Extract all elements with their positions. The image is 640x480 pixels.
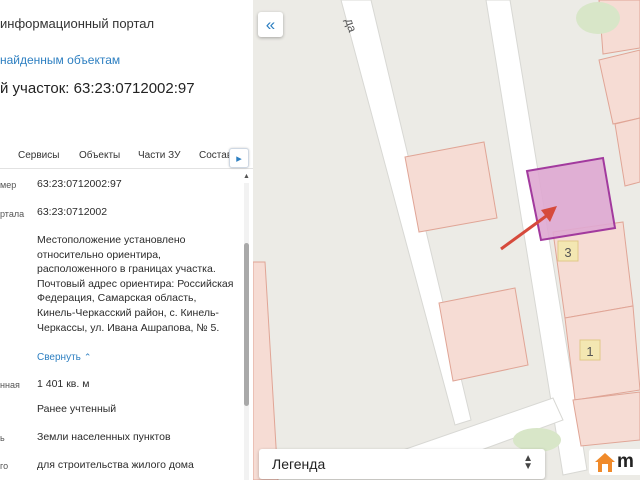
legend-label: Легенда bbox=[272, 456, 326, 472]
row-value-status: Ранее учтенный bbox=[37, 403, 117, 415]
parcel-title: й участок: 63:23:0712002:97 bbox=[0, 80, 195, 97]
row-label-quarter: ртала bbox=[0, 209, 25, 219]
collapse-link[interactable]: Свернуть ⌃ bbox=[37, 352, 91, 363]
row-value-permitted-use: для строительства жилого дома bbox=[37, 459, 194, 471]
logo-text: m bbox=[617, 451, 634, 472]
row-label-cadastral-number: мер bbox=[0, 180, 17, 190]
parcel bbox=[438, 287, 529, 382]
info-panel: информационный портал найденным объектам… bbox=[0, 0, 253, 480]
collapse-panel-button[interactable]: « bbox=[258, 12, 283, 37]
tab-bar: Сервисы Объекты Части ЗУ Состав bbox=[0, 146, 253, 169]
vegetation bbox=[576, 2, 620, 34]
house-number-3: 3 bbox=[564, 245, 571, 260]
row-label-area: нная bbox=[0, 380, 20, 390]
map-view[interactable]: 3 1 да « Легенда ▲ ▼ m bbox=[253, 0, 640, 480]
row-value-address: Местоположение установлено относительно … bbox=[37, 234, 234, 334]
map-canvas[interactable]: 3 1 да bbox=[253, 0, 640, 480]
map-provider-logo: m bbox=[589, 449, 640, 475]
row-label-permitted-use: го bbox=[0, 461, 9, 471]
tab-composition[interactable]: Состав bbox=[199, 150, 232, 161]
portal-title: информационный портал bbox=[0, 16, 155, 31]
house-number-1: 1 bbox=[586, 344, 593, 359]
home-logo-icon bbox=[595, 453, 615, 472]
legend-select[interactable]: Легенда ▲ ▼ bbox=[259, 449, 545, 479]
tab-services[interactable]: Сервисы bbox=[18, 150, 59, 161]
row-label-land-category: ь bbox=[0, 433, 5, 443]
tab-parcel-parts[interactable]: Части ЗУ bbox=[138, 150, 180, 161]
parcel bbox=[564, 305, 640, 401]
scrollbar-thumb[interactable] bbox=[244, 243, 249, 406]
chevron-up-icon: ⌃ bbox=[83, 352, 92, 362]
tab-objects[interactable]: Объекты bbox=[79, 150, 120, 161]
row-value-quarter: 63:23:0712002 bbox=[37, 206, 108, 218]
tabs-scroll-right-button[interactable]: ▸ bbox=[229, 148, 249, 168]
double-chevron-left-icon: « bbox=[265, 14, 276, 34]
select-arrows-icon: ▲ ▼ bbox=[523, 453, 533, 472]
row-value-land-category: Земли населенных пунктов bbox=[37, 431, 171, 443]
parcel bbox=[572, 391, 640, 447]
selected-parcel[interactable] bbox=[525, 156, 617, 242]
scroll-up-arrow-icon[interactable]: ▲ bbox=[243, 173, 250, 181]
row-value-area: 1 401 кв. м bbox=[37, 378, 90, 390]
chevron-right-icon: ▸ bbox=[236, 152, 242, 165]
row-value-cadastral-number: 63:23:0712002:97 bbox=[37, 178, 122, 190]
parcel bbox=[404, 141, 498, 233]
back-to-results-link[interactable]: найденным объектам bbox=[0, 53, 120, 67]
